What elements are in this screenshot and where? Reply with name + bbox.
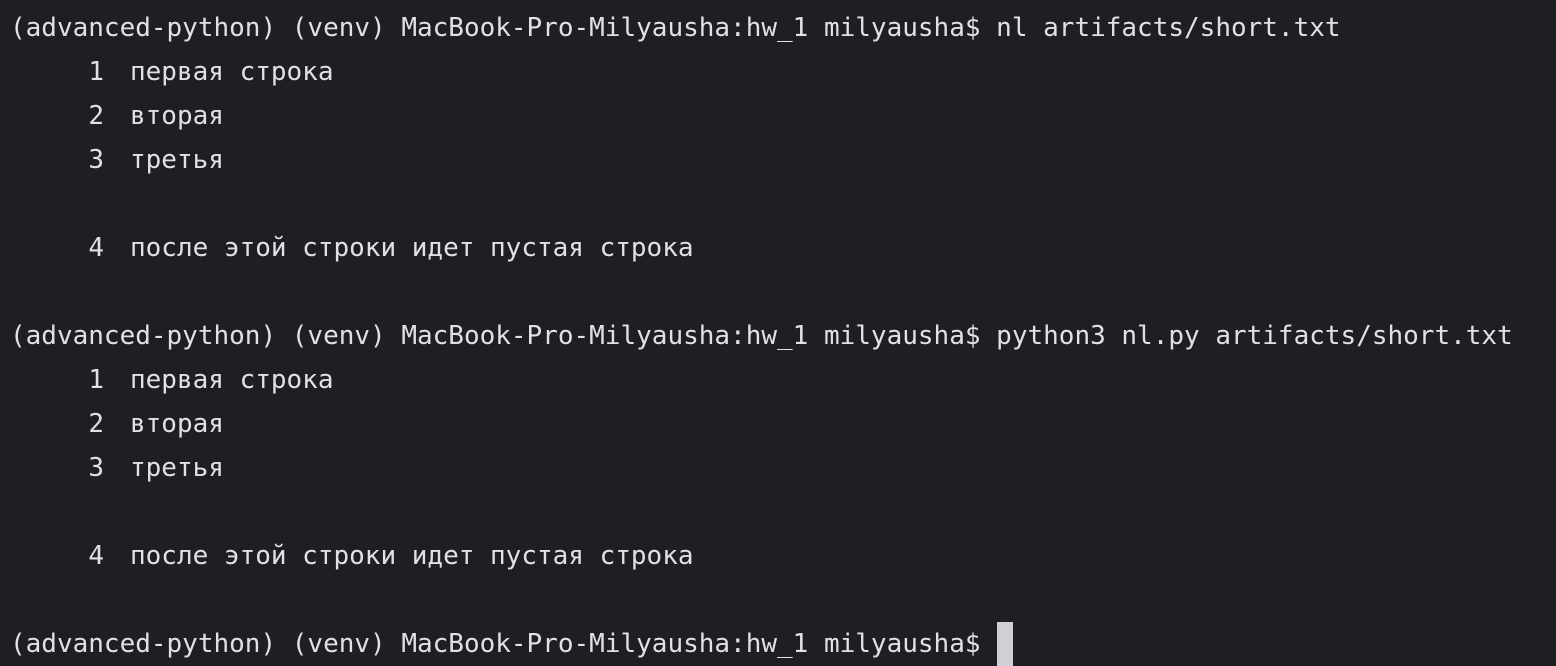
output-line: 3 третья bbox=[10, 446, 1556, 490]
output-line: 1 первая строка bbox=[10, 358, 1556, 402]
line-text: вторая bbox=[130, 409, 224, 439]
line-text: первая строка bbox=[130, 365, 334, 395]
line-number: 3 bbox=[88, 453, 104, 483]
line-number: 1 bbox=[88, 365, 104, 395]
command: nl artifacts/short.txt bbox=[996, 13, 1341, 43]
output-line: 4 после этой строки идет пустая строка bbox=[10, 226, 1556, 270]
output-line: 2 вторая bbox=[10, 94, 1556, 138]
prompt: (advanced-python) (venv) MacBook-Pro-Mil… bbox=[10, 321, 981, 351]
line-number: 4 bbox=[88, 233, 104, 263]
prompt: (advanced-python) (venv) MacBook-Pro-Mil… bbox=[10, 13, 981, 43]
text-cursor bbox=[996, 622, 1013, 666]
command-line-2: (advanced-python) (venv) MacBook-Pro-Mil… bbox=[10, 314, 1556, 358]
line-text: после этой строки идет пустая строка bbox=[130, 541, 694, 571]
command: python3 nl.py artifacts/short.txt bbox=[996, 321, 1513, 351]
terminal-window[interactable]: (advanced-python) (venv) MacBook-Pro-Mil… bbox=[0, 0, 1556, 666]
line-number: 4 bbox=[88, 541, 104, 571]
output-line: 1 первая строка bbox=[10, 50, 1556, 94]
command-line-1: (advanced-python) (venv) MacBook-Pro-Mil… bbox=[10, 6, 1556, 50]
line-number: 1 bbox=[88, 57, 104, 87]
line-number: 2 bbox=[88, 409, 104, 439]
line-number: 2 bbox=[88, 101, 104, 131]
line-number: 3 bbox=[88, 145, 104, 175]
output-line: 4 после этой строки идет пустая строка bbox=[10, 534, 1556, 578]
line-text: первая строка bbox=[130, 57, 334, 87]
output-line: 2 вторая bbox=[10, 402, 1556, 446]
line-text: вторая bbox=[130, 101, 224, 131]
line-text: третья bbox=[130, 145, 224, 175]
prompt: (advanced-python) (venv) MacBook-Pro-Mil… bbox=[10, 629, 981, 659]
line-text: после этой строки идет пустая строка bbox=[130, 233, 694, 263]
line-text: третья bbox=[130, 453, 224, 483]
output-line: 3 третья bbox=[10, 138, 1556, 182]
active-prompt-line[interactable]: (advanced-python) (venv) MacBook-Pro-Mil… bbox=[10, 622, 1556, 666]
